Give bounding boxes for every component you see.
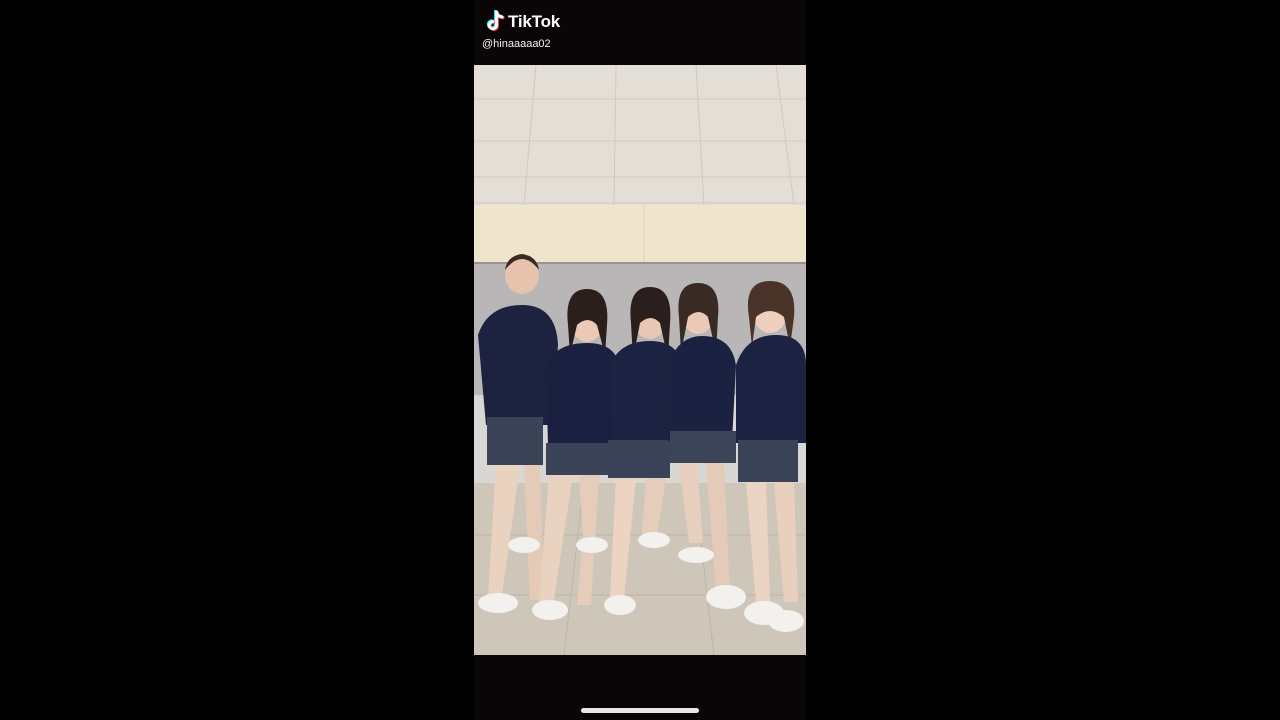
video-frame[interactable]: [474, 65, 806, 655]
tiktok-video-player[interactable]: TikTok @hinaaaaa02: [474, 0, 806, 720]
brand-name: TikTok: [508, 12, 561, 31]
brand-row: TikTok: [484, 10, 560, 34]
creator-handle[interactable]: @hinaaaaa02: [482, 38, 560, 50]
tiktok-watermark: TikTok @hinaaaaa02: [482, 10, 560, 50]
video-scene: [474, 65, 806, 655]
tiktok-logo-icon: [486, 10, 505, 32]
ceiling: [474, 65, 806, 205]
home-indicator[interactable]: [581, 708, 699, 713]
